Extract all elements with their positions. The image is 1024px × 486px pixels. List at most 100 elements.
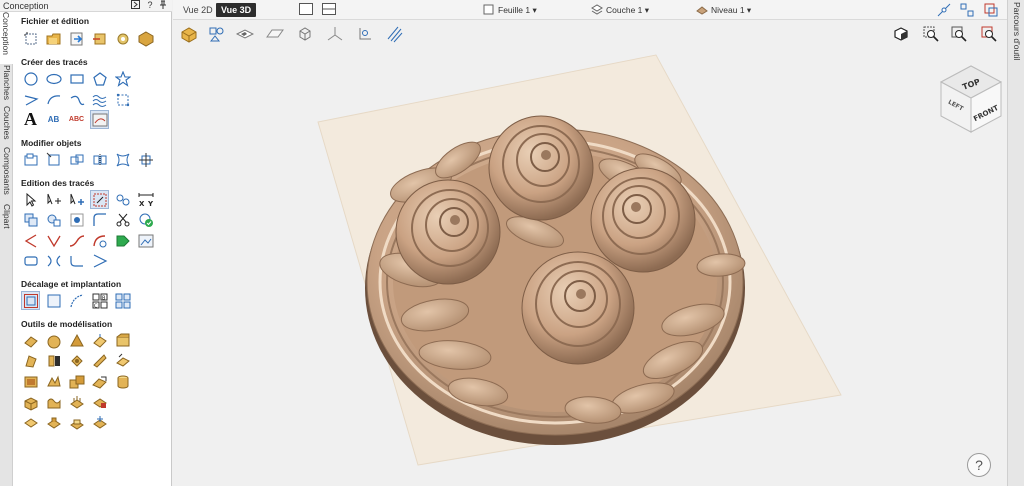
open-file-icon[interactable]	[45, 30, 62, 47]
arc-icon[interactable]	[45, 91, 62, 108]
cylinder-icon[interactable]	[114, 373, 131, 390]
polygon-icon[interactable]	[91, 70, 108, 87]
tab-toolpaths[interactable]: Parcours d'outil	[1010, 2, 1023, 60]
text-on-curve-icon[interactable]: AB	[45, 111, 62, 128]
single-view-icon[interactable]	[297, 3, 315, 17]
rounded-rect-icon[interactable]	[22, 252, 39, 269]
merge-model-icon[interactable]	[68, 373, 85, 390]
move-icon[interactable]	[68, 151, 85, 168]
add-node-icon[interactable]	[68, 191, 85, 208]
tab-couches[interactable]: Couches	[0, 106, 13, 146]
scissors-icon[interactable]	[114, 211, 131, 228]
pyramid-icon[interactable]	[68, 332, 85, 349]
image-trace-icon[interactable]	[90, 110, 109, 129]
scale-model-icon[interactable]	[91, 373, 108, 390]
ellipse-icon[interactable]	[45, 70, 62, 87]
collapse-panel-icon[interactable]	[130, 0, 140, 11]
settings-gear-icon[interactable]	[114, 30, 131, 47]
join-curve-icon[interactable]	[68, 252, 85, 269]
distort-icon[interactable]	[114, 151, 131, 168]
remove-model-icon[interactable]	[91, 394, 108, 411]
close-vector-icon[interactable]	[45, 252, 62, 269]
image-icon[interactable]	[137, 232, 154, 249]
3d-scene[interactable]: TOP FRONT LEFT	[173, 20, 1007, 486]
node-snap-icon[interactable]	[936, 3, 952, 17]
wave-model-icon[interactable]	[45, 394, 62, 411]
text-tool-icon[interactable]: A	[22, 109, 39, 129]
polyline-icon[interactable]	[22, 91, 39, 108]
transform-icon[interactable]	[90, 190, 109, 209]
nesting-icon[interactable]	[114, 292, 131, 309]
split-view-icon[interactable]	[320, 3, 338, 17]
level-dropdown-label: Niveau 1	[711, 5, 745, 15]
rectangle-icon[interactable]	[68, 70, 85, 87]
view-3d-button[interactable]: Vue 3D	[216, 3, 257, 17]
flatten-icon[interactable]	[22, 414, 39, 431]
subtract-icon[interactable]	[45, 211, 62, 228]
tilt-icon[interactable]	[91, 352, 108, 369]
offset-icon[interactable]	[21, 291, 40, 310]
fade-icon[interactable]	[22, 373, 39, 390]
chamfer-icon[interactable]	[45, 232, 62, 249]
snap-lock-icon[interactable]	[983, 3, 999, 17]
level-dropdown[interactable]: Niveau 1 ▾	[696, 3, 751, 17]
tab-conception[interactable]: Conception	[0, 12, 13, 64]
tab-planches[interactable]: Planches	[0, 65, 13, 105]
align-icon[interactable]	[137, 151, 154, 168]
fillet-icon[interactable]	[91, 211, 108, 228]
new-file-icon[interactable]	[22, 30, 39, 47]
rose-right	[590, 167, 696, 273]
smooth-model-icon[interactable]	[114, 352, 131, 369]
extrude-icon[interactable]	[91, 332, 108, 349]
import-icon[interactable]	[68, 30, 85, 47]
rotate-model-icon[interactable]	[68, 352, 85, 369]
convert-arc-icon[interactable]	[91, 232, 108, 249]
weld-icon[interactable]	[114, 191, 131, 208]
revolve-icon[interactable]	[45, 352, 62, 369]
bake-icon[interactable]	[68, 394, 85, 411]
dome-icon[interactable]	[45, 332, 62, 349]
offset-rect-icon[interactable]	[45, 292, 62, 309]
bounding-box-icon[interactable]	[114, 91, 131, 108]
curve-icon[interactable]	[68, 91, 85, 108]
sweep-icon[interactable]	[22, 352, 39, 369]
tab-clipart[interactable]: Clipart	[0, 204, 13, 240]
help-button[interactable]: ?	[145, 0, 155, 11]
layer-dropdown[interactable]: Couche 1 ▾	[591, 3, 649, 17]
intersect-icon[interactable]	[68, 211, 85, 228]
sculpt-icon[interactable]	[45, 373, 62, 390]
snap-grid-icon[interactable]	[959, 3, 975, 17]
corner-icon[interactable]	[22, 232, 39, 249]
smooth-curve-icon[interactable]	[68, 232, 85, 249]
tab-composants[interactable]: Composants	[0, 147, 13, 203]
sheet-dropdown[interactable]: Feuille 1 ▾	[483, 3, 537, 17]
nesting-curve-icon[interactable]	[68, 292, 85, 309]
material-icon[interactable]	[137, 30, 154, 47]
extend-icon[interactable]	[114, 232, 131, 249]
mirror-icon[interactable]	[91, 151, 108, 168]
dimension-icon[interactable]: XY	[137, 191, 154, 208]
clip-model-icon[interactable]	[45, 414, 62, 431]
emboss-icon[interactable]	[68, 414, 85, 431]
pin-icon[interactable]	[158, 0, 168, 11]
angle-icon[interactable]	[91, 252, 108, 269]
array-copy-icon[interactable]: BC	[91, 292, 108, 309]
validate-icon[interactable]	[137, 211, 154, 228]
select-arrow-icon[interactable]	[22, 191, 39, 208]
text-arc-icon[interactable]: ABC	[68, 111, 85, 128]
node-edit-icon[interactable]	[45, 191, 62, 208]
scale-icon[interactable]	[45, 151, 62, 168]
shape-editor-icon[interactable]	[22, 332, 39, 349]
circle-icon[interactable]	[22, 70, 39, 87]
view-2d-button[interactable]: Vue 2D	[178, 3, 218, 17]
group-icon[interactable]	[22, 151, 39, 168]
view-cube[interactable]: TOP FRONT LEFT	[939, 65, 1003, 133]
export-icon[interactable]	[91, 30, 108, 47]
wave-icon[interactable]	[91, 91, 108, 108]
box-model-icon[interactable]	[22, 394, 39, 411]
star-icon[interactable]	[114, 70, 131, 87]
freeze-icon[interactable]	[91, 414, 108, 431]
help-circle-button[interactable]: ?	[967, 453, 991, 477]
join-icon[interactable]	[22, 211, 39, 228]
texture-icon[interactable]	[114, 332, 131, 349]
